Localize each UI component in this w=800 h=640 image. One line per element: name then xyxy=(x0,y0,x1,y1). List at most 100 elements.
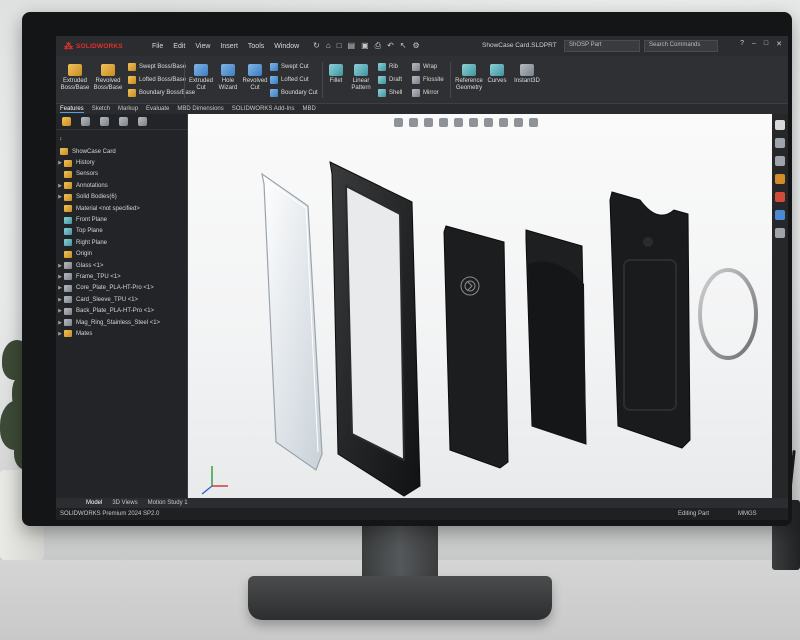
tab-evaluate[interactable]: Evaluate xyxy=(146,106,169,112)
tree-item[interactable]: Material <not specified> xyxy=(56,203,188,214)
fillet-button[interactable]: Fillet xyxy=(326,64,346,85)
draft-button[interactable]: Draft xyxy=(378,76,402,84)
core-plate-part[interactable] xyxy=(443,225,509,469)
menu-file[interactable]: File xyxy=(152,43,163,50)
tree-item[interactable]: Front Plane xyxy=(56,214,188,225)
mag-ring-part[interactable] xyxy=(698,268,758,360)
dimxpert-icon[interactable] xyxy=(119,117,128,126)
hole-wizard-button[interactable]: Hole Wizard xyxy=(216,64,240,92)
home-icon[interactable] xyxy=(775,120,785,130)
brand-logo[interactable]: ⁂ SOLIDWORKS xyxy=(56,41,152,52)
instant3d-button[interactable]: Instant3D xyxy=(512,64,542,85)
back-plate-part[interactable] xyxy=(609,191,691,449)
feature-tree-icon[interactable] xyxy=(62,117,71,126)
reference-geometry-button[interactable]: Reference Geometry xyxy=(454,64,484,92)
glass-part[interactable] xyxy=(261,172,323,471)
tree-item[interactable]: ▶ History xyxy=(56,157,188,168)
curves-button[interactable]: Curves xyxy=(486,64,508,85)
print-icon[interactable]: ⎙ xyxy=(375,41,381,51)
minimize-icon[interactable]: – xyxy=(752,40,756,48)
shell-button[interactable]: Shell xyxy=(378,89,402,97)
tree-item[interactable]: ▶ Solid Bodies(6) xyxy=(56,192,188,203)
help-icon[interactable]: ? xyxy=(740,40,744,48)
new-file-icon[interactable]: □ xyxy=(337,41,342,51)
menu-insert[interactable]: Insert xyxy=(220,43,238,50)
extruded-boss-button[interactable]: Extruded Boss/Base xyxy=(60,64,90,92)
swept-cut-button[interactable]: Swept Cut xyxy=(270,63,309,71)
rib-button[interactable]: Rib xyxy=(378,63,398,71)
units-selector[interactable]: MMGS xyxy=(738,511,757,517)
expand-arrow-icon[interactable]: ▶ xyxy=(56,183,64,189)
configuration-manager-icon[interactable] xyxy=(100,117,109,126)
linear-pattern-button[interactable]: Linear Pattern xyxy=(348,64,374,92)
tree-item[interactable]: ▶ Frame_TPU <1> xyxy=(56,271,188,282)
display-manager-icon[interactable] xyxy=(138,117,147,126)
lofted-boss-button[interactable]: Lofted Boss/Base xyxy=(128,76,186,84)
tab-mbd-dimensions[interactable]: MBD Dimensions xyxy=(177,106,223,112)
expand-arrow-icon[interactable]: ▶ xyxy=(56,263,64,269)
tree-item[interactable]: ▶ Core_Plate_PLA-HT-Pro <1> xyxy=(56,283,188,294)
view-palette-icon[interactable] xyxy=(775,192,785,202)
wrap-button[interactable]: Wrap xyxy=(412,63,437,71)
custom-properties-icon[interactable] xyxy=(775,228,785,238)
tab-mbd[interactable]: MBD xyxy=(302,106,315,112)
save-icon[interactable]: ▣ xyxy=(361,41,369,51)
tab-markup[interactable]: Markup xyxy=(118,106,138,112)
tree-root-part[interactable]: ShowCase Card xyxy=(56,146,188,157)
menu-edit[interactable]: Edit xyxy=(173,43,185,50)
lofted-cut-button[interactable]: Lofted Cut xyxy=(270,76,309,84)
expand-arrow-icon[interactable]: ▶ xyxy=(56,308,64,314)
tab-model[interactable]: Model xyxy=(86,500,102,506)
mirror-button[interactable]: Mirror xyxy=(412,89,439,97)
tab-features[interactable]: Features xyxy=(60,106,84,113)
expand-arrow-icon[interactable]: ▶ xyxy=(56,285,64,291)
expand-arrow-icon[interactable]: ▶ xyxy=(56,331,64,337)
close-icon[interactable]: ✕ xyxy=(776,40,782,48)
tab-motion-study[interactable]: Motion Study 1 xyxy=(148,500,188,506)
configuration-filter[interactable]: ShOSP Part xyxy=(564,40,640,52)
tree-item[interactable]: ▶ Card_Sleeve_TPU <1> xyxy=(56,294,188,305)
options-icon[interactable]: ⚙ xyxy=(412,41,419,51)
expand-arrow-icon[interactable]: ▶ xyxy=(56,194,64,200)
undo-icon[interactable]: ↶ xyxy=(387,41,394,51)
restore-icon[interactable]: □ xyxy=(764,40,768,48)
tab-addins[interactable]: SOLIDWORKS Add-Ins xyxy=(232,106,295,112)
tree-item[interactable]: Sensors xyxy=(56,169,188,180)
menu-window[interactable]: Window xyxy=(274,43,299,50)
revolved-boss-button[interactable]: Revolved Boss/Base xyxy=(92,64,124,92)
tree-item[interactable]: Right Plane xyxy=(56,237,188,248)
design-library-icon[interactable] xyxy=(775,156,785,166)
search-commands-input[interactable]: Search Commands xyxy=(644,40,718,52)
tree-item[interactable]: ▶ Glass <1> xyxy=(56,260,188,271)
home-icon[interactable]: ⌂ xyxy=(326,41,331,51)
expand-arrow-icon[interactable]: ▶ xyxy=(56,274,64,280)
tree-filter-icon[interactable]: ⨾ xyxy=(60,133,62,143)
tree-item[interactable]: ▶ Mag_Ring_Stainless_Steel <1> xyxy=(56,317,188,328)
card-sleeve-part[interactable] xyxy=(525,229,587,445)
tree-item[interactable]: Top Plane xyxy=(56,226,188,237)
property-manager-icon[interactable] xyxy=(81,117,90,126)
tab-3d-views[interactable]: 3D Views xyxy=(112,500,137,506)
select-icon[interactable]: ↖ xyxy=(400,41,407,51)
tree-item[interactable]: ▶ Mates xyxy=(56,328,188,339)
menu-tools[interactable]: Tools xyxy=(248,43,264,50)
rebuild-icon[interactable]: ↻ xyxy=(313,41,320,51)
swept-boss-button[interactable]: Swept Boss/Base xyxy=(128,63,186,71)
tree-item[interactable]: ▶ Back_Plate_PLA-HT-Pro <1> xyxy=(56,305,188,316)
tree-item[interactable]: Origin xyxy=(56,249,188,260)
graphics-viewport[interactable] xyxy=(188,114,772,498)
expand-arrow-icon[interactable]: ▶ xyxy=(56,160,64,166)
menu-view[interactable]: View xyxy=(195,43,210,50)
appearances-icon[interactable] xyxy=(775,210,785,220)
extruded-cut-button[interactable]: Extruded Cut xyxy=(188,64,214,92)
resources-icon[interactable] xyxy=(775,138,785,148)
tab-sketch[interactable]: Sketch xyxy=(92,106,110,112)
expand-arrow-icon[interactable]: ▶ xyxy=(56,297,64,303)
file-explorer-icon[interactable] xyxy=(775,174,785,184)
intersect-button[interactable]: Flossite xyxy=(412,76,444,84)
frame-tpu-part[interactable] xyxy=(329,161,421,497)
tree-item[interactable]: ▶ Annotations xyxy=(56,180,188,191)
revolved-cut-button[interactable]: Revolved Cut xyxy=(242,64,268,92)
boundary-cut-button[interactable]: Boundary Cut xyxy=(270,89,318,97)
open-file-icon[interactable]: ▤ xyxy=(348,41,356,51)
